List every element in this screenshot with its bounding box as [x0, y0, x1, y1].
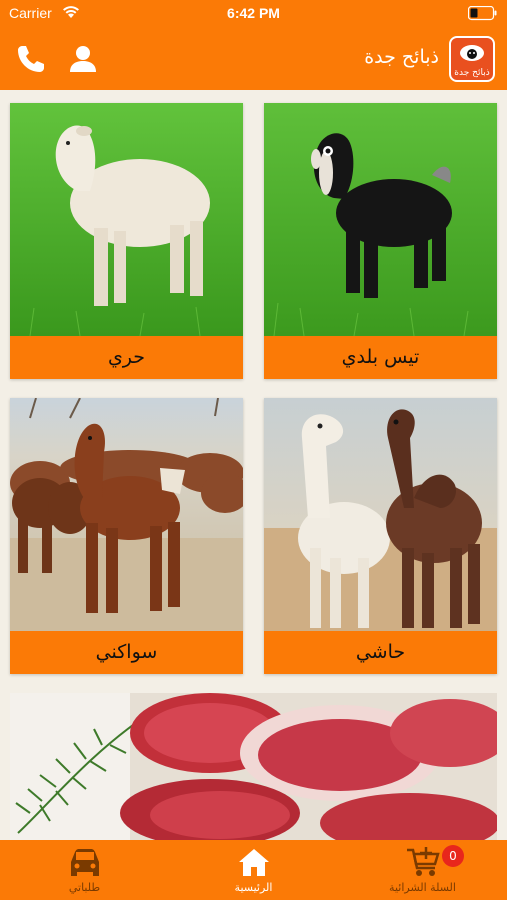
category-card-harri[interactable]: حري	[10, 103, 243, 379]
tab-cart[interactable]: 0 السلة الشرائية	[338, 840, 507, 900]
tab-label: الرئيسية	[234, 881, 273, 894]
category-card-meat[interactable]	[10, 693, 497, 840]
cart-badge: 0	[442, 845, 464, 867]
category-label: تيس بلدي	[264, 336, 497, 379]
category-grid: تيس بلدي حري حاشي سواكني	[0, 90, 507, 840]
category-label: حاشي	[264, 631, 497, 674]
tab-bar: 0 السلة الشرائية الرئيسية طلباتي	[0, 840, 507, 900]
tab-label: طلباتي	[68, 881, 101, 894]
cart-icon	[405, 846, 441, 878]
category-card-hashi[interactable]: حاشي	[264, 398, 497, 674]
meat-photo	[10, 693, 497, 840]
status-bar: Carrier 6:42 PM	[0, 0, 507, 28]
app-logo: ذبائح جدة	[449, 36, 495, 82]
category-card-tis-baladi[interactable]: تيس بلدي	[264, 103, 497, 379]
white-sheep-photo	[10, 103, 243, 336]
black-goat-photo	[264, 103, 497, 336]
navigation-bar: ذبائح جدة ذبائح جدة	[0, 28, 507, 90]
clock: 6:42 PM	[227, 5, 280, 21]
category-label: سواكني	[10, 631, 243, 674]
camels-photo	[264, 398, 497, 631]
app-title: ذبائح جدة	[364, 46, 439, 68]
home-icon	[236, 846, 272, 878]
tab-my-orders[interactable]: طلباتي	[0, 840, 169, 900]
category-label: حري	[10, 336, 243, 379]
goat-herd-photo	[10, 398, 243, 631]
user-icon[interactable]	[66, 42, 100, 76]
tab-label: السلة الشرائية	[389, 881, 456, 894]
battery-icon	[467, 5, 498, 21]
phone-icon[interactable]	[14, 42, 48, 76]
category-card-sawakni[interactable]: سواكني	[10, 398, 243, 674]
tab-home[interactable]: الرئيسية	[169, 840, 338, 900]
car-icon	[67, 846, 103, 878]
